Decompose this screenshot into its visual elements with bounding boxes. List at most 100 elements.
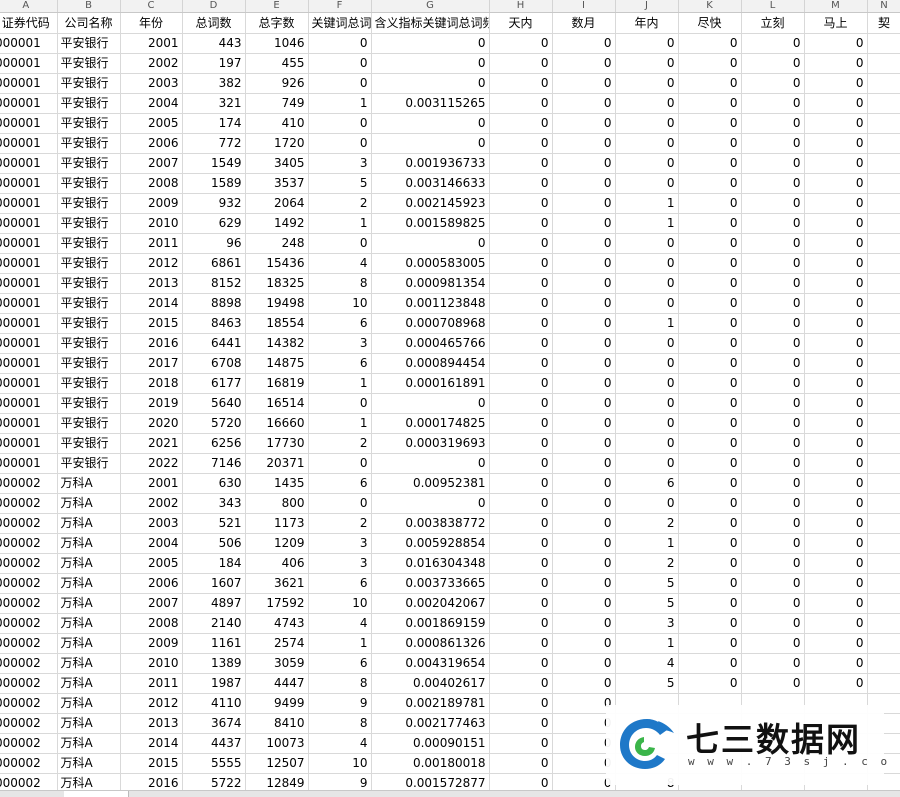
cell[interactable]: 万科A [57,553,121,574]
cell[interactable]: 2140 [182,613,246,634]
cell[interactable]: 0.001869159 [371,613,490,634]
cell[interactable]: 0 [804,133,868,154]
cell[interactable]: 2004 [120,93,183,114]
cell[interactable]: 0 [615,33,679,54]
cell[interactable]: 0.00402617 [371,673,490,694]
cell[interactable]: 000002 [0,753,58,774]
cell[interactable]: 4 [615,653,679,674]
cell[interactable]: 2020 [120,413,183,434]
cell[interactable]: 0 [615,293,679,314]
cell[interactable]: 5 [615,673,679,694]
cell[interactable]: 2011 [120,233,183,254]
cell[interactable]: 16514 [245,393,309,414]
cell[interactable] [867,433,900,454]
cell[interactable]: 0.002145923 [371,193,490,214]
cell[interactable]: 0 [741,293,805,314]
cell[interactable]: 1 [615,193,679,214]
column-letter-G[interactable]: G [371,0,490,13]
cell[interactable]: 2001 [120,473,183,494]
cell[interactable]: 000001 [0,133,58,154]
cell[interactable]: 16819 [245,373,309,394]
cell[interactable]: 5555 [182,753,246,774]
cell[interactable]: 0 [371,73,490,94]
cell[interactable]: 0.016304348 [371,553,490,574]
cell[interactable]: 2 [615,553,679,574]
cell[interactable]: 0 [615,133,679,154]
cell[interactable]: 0 [615,113,679,134]
cell[interactable]: 8410 [245,713,309,734]
cell[interactable]: 1389 [182,653,246,674]
cell[interactable]: 14875 [245,353,309,374]
cell[interactable]: 4 [308,733,372,754]
cell[interactable]: 平安银行 [57,433,121,454]
cell[interactable]: 0 [804,473,868,494]
cell[interactable]: 455 [245,53,309,74]
cell[interactable]: 1 [308,93,372,114]
cell[interactable]: 2014 [120,733,183,754]
cell[interactable]: 0 [615,153,679,174]
cell[interactable]: 平安银行 [57,333,121,354]
cell[interactable]: 0.000894454 [371,353,490,374]
cell[interactable]: 0 [489,113,553,134]
cell[interactable]: 0 [552,133,616,154]
cell[interactable]: 197 [182,53,246,74]
cell[interactable]: 4437 [182,733,246,754]
cell[interactable]: 0 [741,473,805,494]
cell[interactable]: 0 [552,233,616,254]
cell[interactable] [867,573,900,594]
cell[interactable]: 万科A [57,473,121,494]
cell[interactable]: 000001 [0,93,58,114]
column-letter-B[interactable]: B [57,0,121,13]
cell[interactable]: 96 [182,233,246,254]
cell[interactable]: 0.00180018 [371,753,490,774]
cell[interactable]: 0 [678,53,742,74]
cell[interactable]: 2013 [120,273,183,294]
cell[interactable]: 248 [245,233,309,254]
cell[interactable]: 2574 [245,633,309,654]
cell[interactable]: 0 [678,413,742,434]
cell[interactable]: 0 [489,553,553,574]
cell[interactable]: 0 [552,453,616,474]
cell[interactable]: 0.000861326 [371,633,490,654]
cell[interactable]: 0 [741,233,805,254]
cell[interactable]: 0 [615,413,679,434]
cell[interactable]: 9 [308,773,372,790]
cell[interactable]: 000002 [0,493,58,514]
cell[interactable]: 0 [489,33,553,54]
cell[interactable]: 平安银行 [57,173,121,194]
cell[interactable]: 2012 [120,693,183,714]
cell[interactable]: 000001 [0,293,58,314]
cell[interactable]: 2002 [120,53,183,74]
cell[interactable]: 0 [741,453,805,474]
cell[interactable]: 0 [489,573,553,594]
cell[interactable]: 772 [182,133,246,154]
cell[interactable] [867,233,900,254]
cell[interactable]: 0 [489,313,553,334]
cell[interactable]: 0 [552,213,616,234]
cell[interactable] [867,133,900,154]
cell[interactable]: 3 [308,333,372,354]
cell[interactable] [867,193,900,214]
cell[interactable]: 0 [804,373,868,394]
header-cell[interactable]: 年内 [615,12,679,34]
cell[interactable]: 2022 [120,453,183,474]
cell[interactable]: 0.003733665 [371,573,490,594]
cell[interactable]: 2021 [120,433,183,454]
cell[interactable]: 0 [678,153,742,174]
cell[interactable]: 2014 [120,293,183,314]
cell[interactable]: 0 [615,493,679,514]
cell[interactable]: 万科A [57,773,121,790]
cell[interactable]: 0 [489,53,553,74]
column-letter-J[interactable]: J [615,0,679,13]
cell[interactable]: 0.002177463 [371,713,490,734]
cell[interactable]: 2007 [120,593,183,614]
cell[interactable]: 629 [182,213,246,234]
cell[interactable]: 000001 [0,173,58,194]
cell[interactable]: 0 [552,553,616,574]
cell[interactable]: 1173 [245,513,309,534]
cell[interactable]: 万科A [57,713,121,734]
cell[interactable]: 0 [678,193,742,214]
cell[interactable]: 0.003838772 [371,513,490,534]
cell[interactable]: 000001 [0,193,58,214]
cell[interactable] [867,213,900,234]
